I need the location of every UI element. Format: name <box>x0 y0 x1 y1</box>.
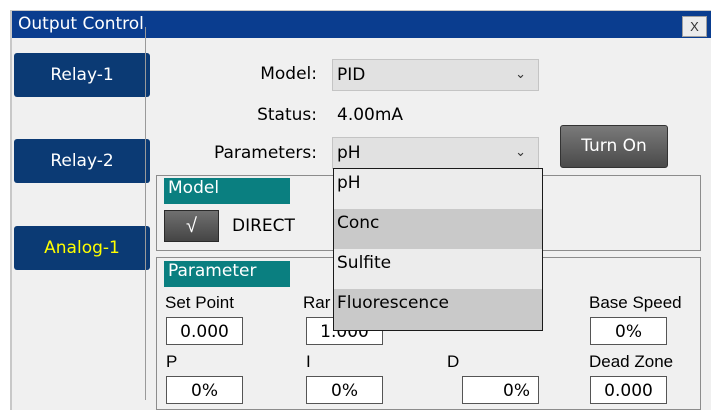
model-label: Model: <box>260 64 317 84</box>
direct-label: DIRECT <box>232 216 295 236</box>
dead-zone-label: Dead Zone <box>589 352 674 371</box>
base-speed-label: Base Speed <box>589 293 682 312</box>
d-field[interactable]: 0% <box>462 376 539 404</box>
status-value: 4.00mA <box>337 105 404 125</box>
parameters-label: Parameters: <box>213 143 317 163</box>
tab-relay-1[interactable]: Relay-1 <box>14 53 150 97</box>
dead-zone-field[interactable]: 0.000 <box>590 376 667 404</box>
check-icon: √ <box>186 215 197 237</box>
p-field[interactable]: 0% <box>166 376 243 404</box>
chevron-down-icon: ⌄ <box>515 67 526 82</box>
tab-analog-1[interactable]: Analog-1 <box>14 226 150 270</box>
set-point-label: Set Point <box>165 293 234 312</box>
window-title: Output Control <box>18 14 144 34</box>
direct-check-button[interactable]: √ <box>164 210 219 242</box>
parameter-group-title: Parameter <box>164 261 290 287</box>
d-label: D <box>447 352 460 371</box>
base-speed-field[interactable]: 0% <box>590 317 667 345</box>
parameters-select-value: pH <box>337 143 361 163</box>
parameters-select[interactable]: pH ⌄ <box>332 137 539 169</box>
tab-relay-2[interactable]: Relay-2 <box>14 139 150 183</box>
status-label: Status: <box>257 105 317 125</box>
dropdown-option-conc[interactable]: Conc <box>334 209 542 249</box>
model-select[interactable]: PID ⌄ <box>332 59 539 91</box>
dropdown-option-sulfite[interactable]: Sulfite <box>334 249 542 289</box>
range-label: Rar <box>303 293 331 312</box>
chevron-down-icon: ⌄ <box>515 145 526 160</box>
model-select-value: PID <box>337 65 366 85</box>
content-divider <box>145 27 146 400</box>
i-field[interactable]: 0% <box>306 376 383 404</box>
parameters-dropdown-list: pH Conc Sulfite Fluorescence <box>333 168 543 331</box>
p-label: P <box>166 352 178 371</box>
i-label: I <box>306 352 311 371</box>
d-field-value: 0% <box>503 381 530 401</box>
model-group-title: Model <box>164 178 290 204</box>
set-point-field[interactable]: 0.000 <box>166 317 243 345</box>
dropdown-option-ph[interactable]: pH <box>334 169 542 209</box>
close-button[interactable]: X <box>682 16 707 37</box>
title-bar: Output Control X <box>12 11 711 38</box>
dropdown-option-fluorescence[interactable]: Fluorescence <box>334 289 542 330</box>
turn-on-button[interactable]: Turn On <box>560 125 668 168</box>
